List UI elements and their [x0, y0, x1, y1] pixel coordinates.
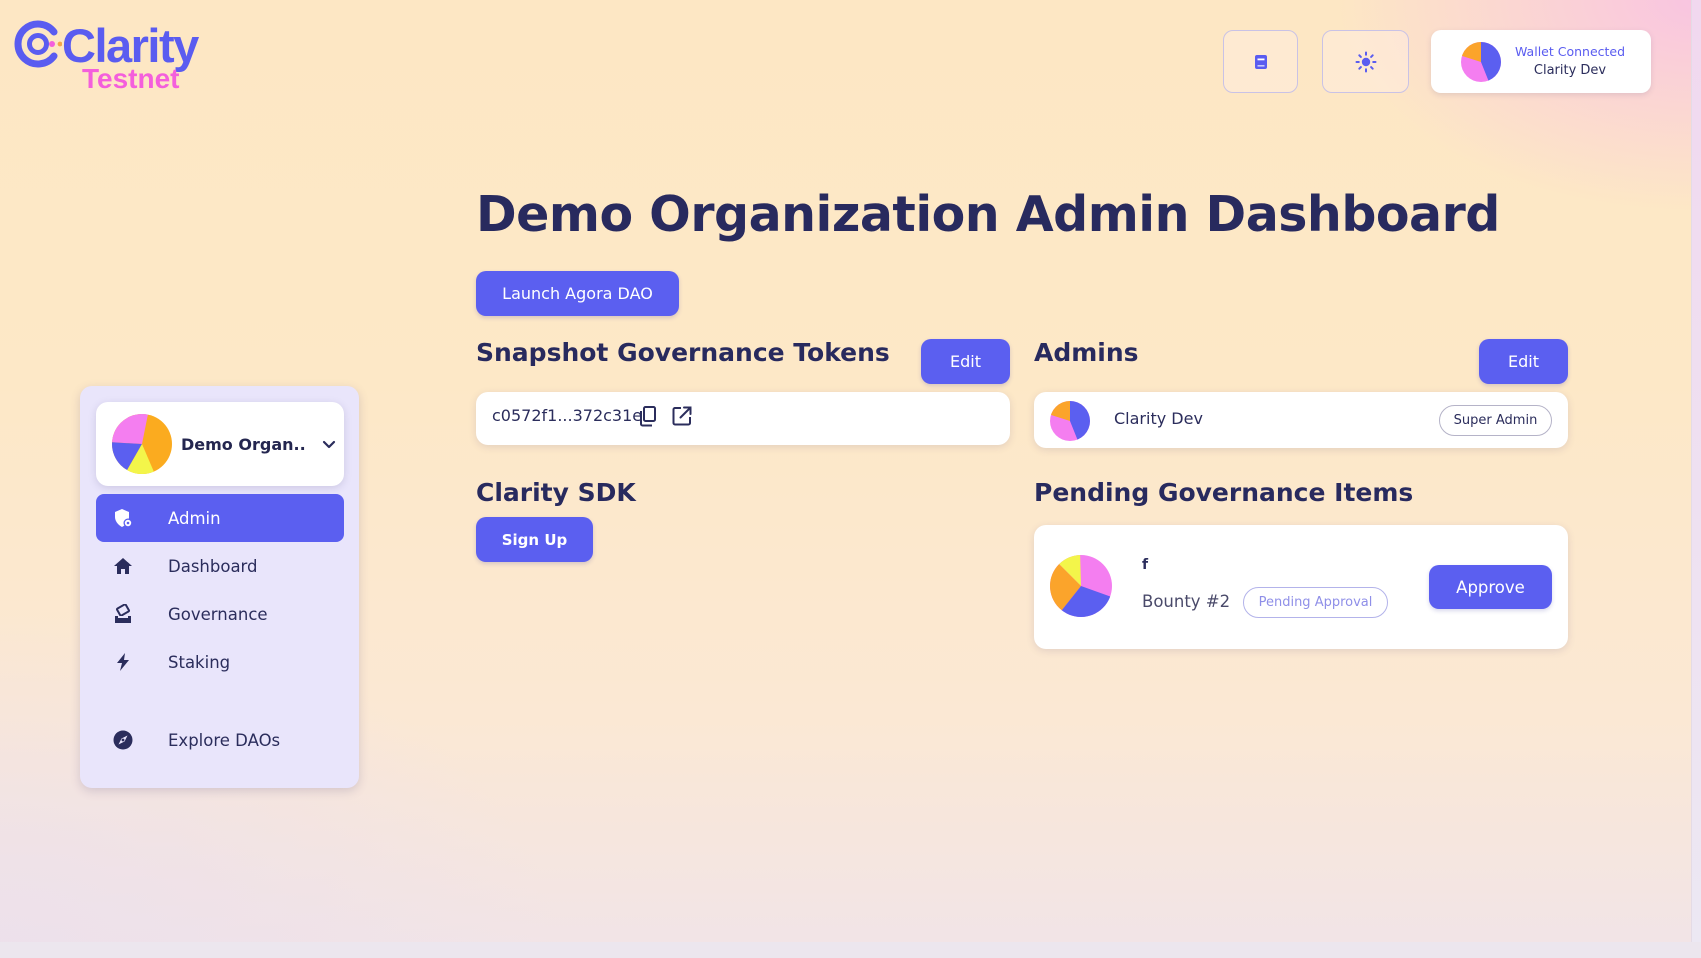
admins-edit-button[interactable]: Edit	[1479, 339, 1568, 384]
clarity-logo-icon	[14, 20, 62, 68]
sidebar-item-label: Explore DAOs	[168, 730, 281, 750]
page-title: Demo Organization Admin Dashboard	[476, 186, 1500, 243]
org-selector[interactable]: Demo Organ...	[96, 402, 344, 486]
pending-governance-item[interactable]: f Bounty #2 Pending Approval Approve	[1034, 525, 1568, 649]
book-icon	[1254, 54, 1267, 69]
snapshot-section-title: Snapshot Governance Tokens	[476, 338, 890, 367]
token-address: c0572f1...372c31e	[492, 406, 643, 425]
sidebar-item-admin[interactable]: Admin	[96, 494, 344, 542]
admin-list-item: Clarity Dev Super Admin	[1034, 392, 1568, 448]
launch-agora-dao-button[interactable]: Launch Agora DAO	[476, 271, 679, 316]
admins-section-title: Admins	[1034, 338, 1139, 367]
admin-shield-icon	[112, 507, 134, 529]
window-frame-bottom	[0, 942, 1701, 958]
org-name: Demo Organ...	[181, 434, 307, 454]
wallet-avatar	[1461, 41, 1501, 82]
home-icon	[112, 555, 134, 577]
sidebar-item-label: Admin	[168, 508, 221, 528]
sidebar-item-label: Governance	[168, 604, 268, 624]
proposal-avatar	[1050, 555, 1112, 617]
network-label: Testnet	[82, 63, 180, 94]
snapshot-edit-button[interactable]: Edit	[921, 339, 1010, 384]
sidebar-item-staking[interactable]: Staking	[96, 638, 344, 686]
wallet-name: Clarity Dev	[1533, 62, 1607, 78]
sdk-section-title: Clarity SDK	[476, 478, 636, 507]
proposal-name: Bounty #2	[1142, 592, 1231, 611]
window-frame-right	[1691, 0, 1701, 958]
compass-icon	[112, 729, 134, 751]
copy-icon[interactable]	[637, 405, 659, 427]
external-link-icon[interactable]	[671, 405, 693, 427]
theme-toggle-button[interactable]	[1322, 30, 1409, 93]
sidebar-item-governance[interactable]: Governance	[96, 590, 344, 638]
wallet-status: Wallet Connected	[1515, 43, 1626, 59]
admin-role-badge: Super Admin	[1439, 405, 1552, 436]
sign-up-button[interactable]: Sign Up	[476, 517, 593, 562]
sidebar: Demo Organ... Admin Dashboard Governance…	[80, 386, 359, 788]
pending-section-title: Pending Governance Items	[1034, 478, 1414, 507]
docs-button[interactable]	[1223, 30, 1298, 93]
sidebar-item-explore-daos[interactable]: Explore DAOs	[96, 716, 344, 764]
proposal-title: f	[1142, 557, 1149, 573]
sidebar-item-label: Dashboard	[168, 556, 258, 576]
admin-name: Clarity Dev	[1114, 409, 1203, 428]
sidebar-item-label: Staking	[168, 652, 231, 672]
wallet-button[interactable]: Wallet Connected Clarity Dev	[1431, 30, 1651, 93]
admin-avatar	[1050, 401, 1090, 441]
approve-button[interactable]: Approve	[1429, 565, 1552, 609]
sun-icon	[1355, 51, 1376, 72]
chevron-down-icon	[322, 440, 336, 449]
ballot-icon	[112, 603, 134, 625]
status-badge: Pending Approval	[1243, 587, 1388, 618]
org-avatar	[112, 414, 172, 474]
brand-logo[interactable]: Clarity Testnet	[14, 18, 214, 94]
sidebar-item-dashboard[interactable]: Dashboard	[96, 542, 344, 590]
lightning-icon	[112, 651, 134, 673]
snapshot-token-card: c0572f1...372c31e	[476, 392, 1010, 445]
